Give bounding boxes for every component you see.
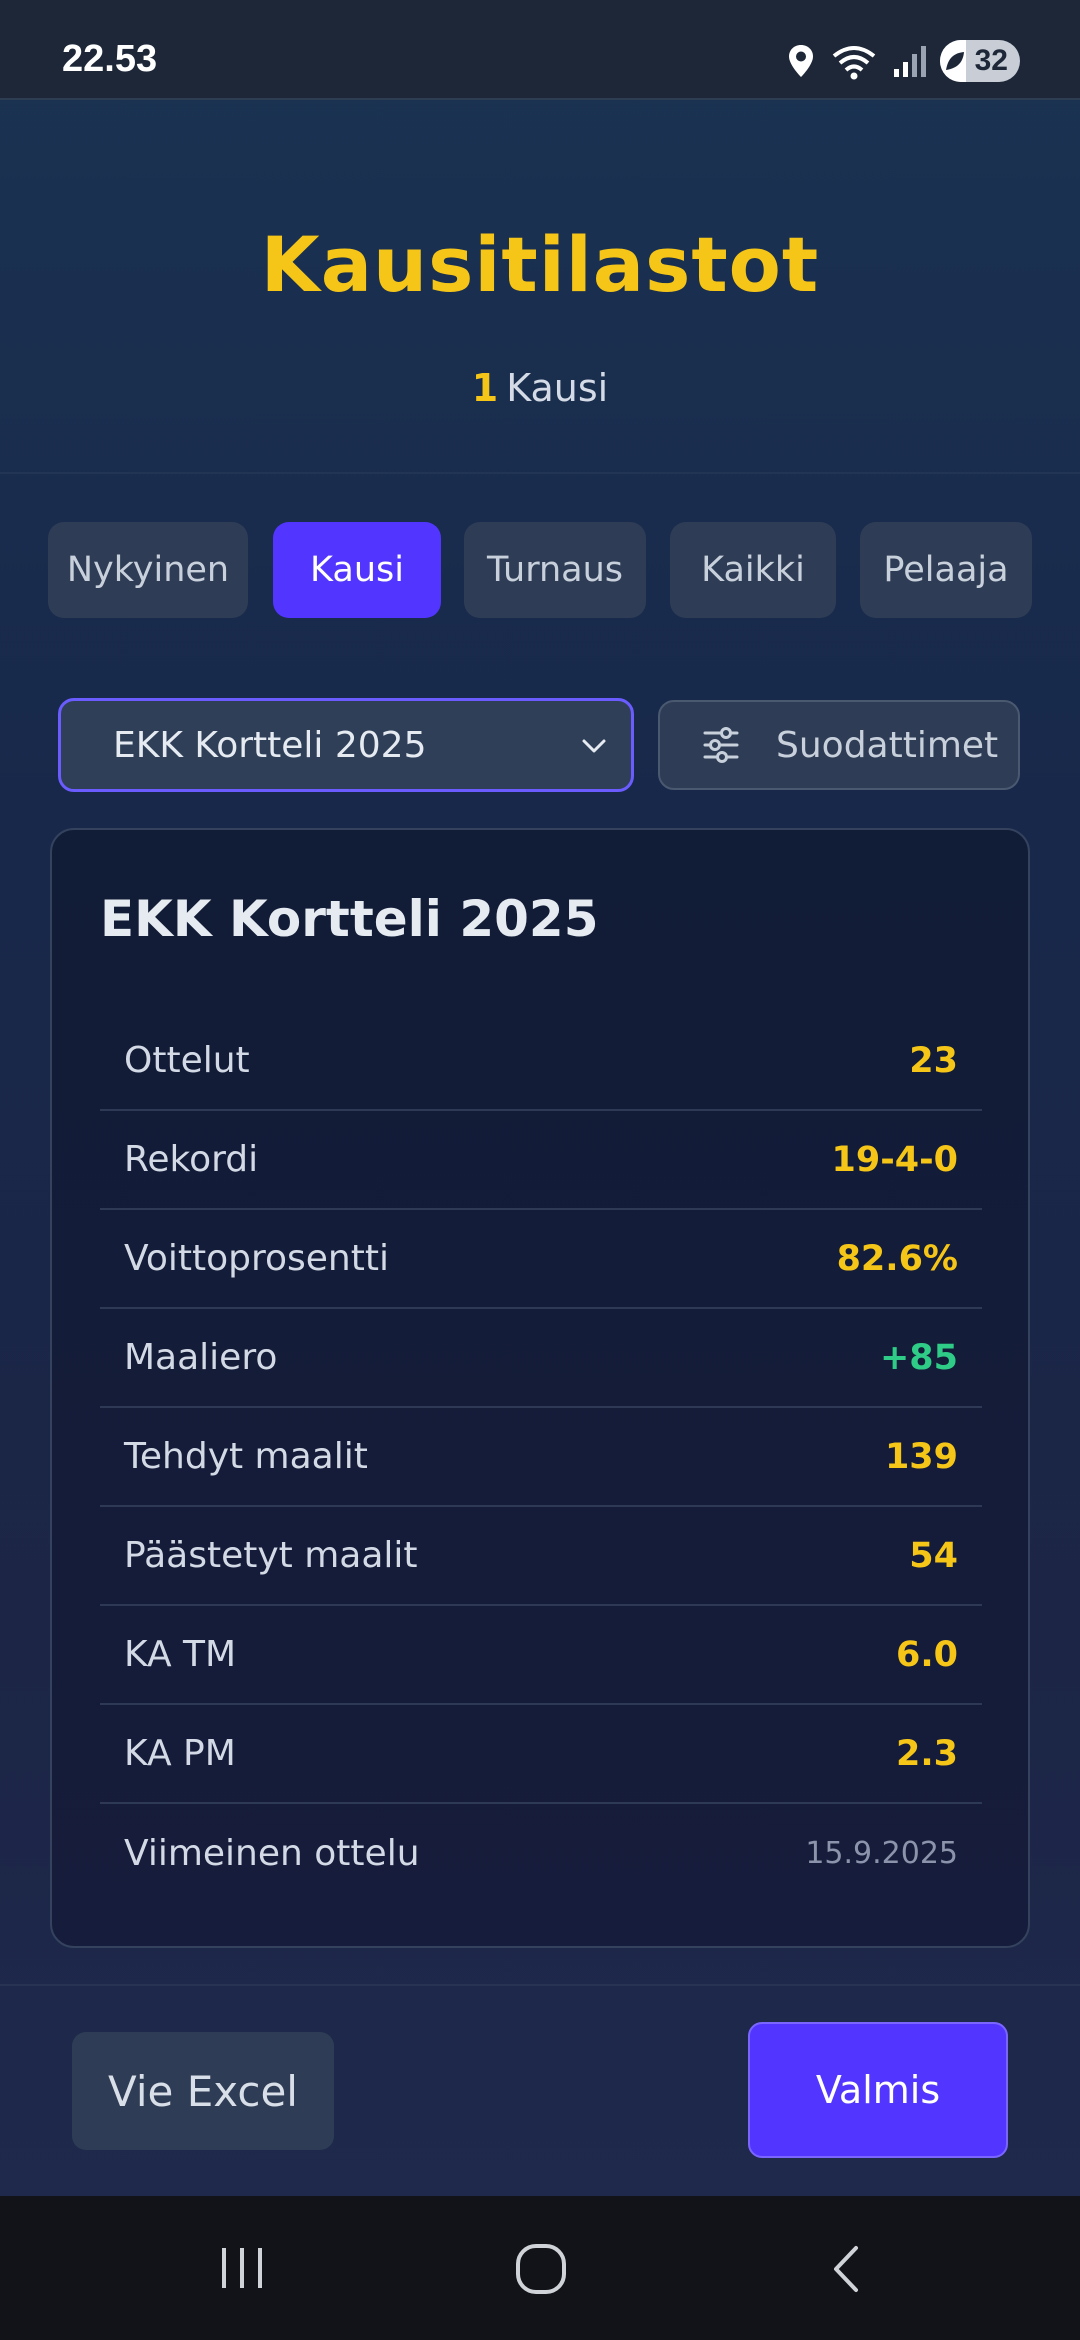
tab-kausi[interactable]: Kausi	[273, 522, 441, 618]
season-select-value: EKK Kortteli 2025	[113, 724, 427, 766]
done-button[interactable]: Valmis	[748, 2022, 1008, 2158]
stat-label: KA PM	[124, 1733, 236, 1774]
stat-label: Maaliero	[124, 1337, 278, 1378]
status-bar: 22.53 32	[0, 0, 1080, 100]
stat-row-tehdyt-maalit: Tehdyt maalit 139	[100, 1408, 982, 1507]
stat-value: 15.9.2025	[805, 1836, 958, 1871]
stat-row-voittoprosentti: Voittoprosentti 82.6%	[100, 1210, 982, 1309]
stats-card-title: EKK Kortteli 2025	[100, 890, 599, 948]
stat-label: Viimeinen ottelu	[124, 1833, 420, 1874]
stat-label: Ottelut	[124, 1040, 250, 1081]
stat-value: 23	[909, 1040, 958, 1081]
stat-value: 6.0	[895, 1634, 958, 1675]
stat-value: 2.3	[895, 1733, 958, 1774]
battery-level: 32	[974, 44, 1008, 77]
recent-apps-icon[interactable]	[216, 2242, 268, 2294]
stat-value: 54	[909, 1535, 958, 1576]
status-time: 22.53	[62, 38, 158, 80]
header-divider	[0, 472, 1080, 474]
stat-value: 139	[884, 1436, 958, 1477]
system-nav-bar	[0, 2196, 1080, 2340]
footer-divider	[0, 1984, 1080, 1986]
season-count-label: Kausi	[506, 366, 609, 410]
stat-value: +85	[879, 1337, 958, 1378]
stat-row-rekordi: Rekordi 19-4-0	[100, 1111, 982, 1210]
stat-label: Päästetyt maalit	[124, 1535, 418, 1576]
filters-label: Suodattimet	[776, 724, 999, 766]
stat-value: 82.6%	[836, 1238, 958, 1279]
stats-card: EKK Kortteli 2025 Ottelut 23 Rekordi 19-…	[50, 828, 1030, 1948]
stat-label: Rekordi	[124, 1139, 259, 1180]
home-icon[interactable]	[514, 2242, 568, 2296]
tab-nykyinen[interactable]: Nykyinen	[48, 522, 248, 618]
stat-row-viimeinen-ottelu: Viimeinen ottelu 15.9.2025	[100, 1804, 982, 1903]
chevron-down-icon	[582, 739, 606, 753]
signal-icon	[894, 46, 926, 77]
stat-value: 19-4-0	[831, 1139, 958, 1180]
wifi-icon	[832, 46, 876, 80]
back-icon[interactable]	[824, 2242, 868, 2296]
tab-kaikki[interactable]: Kaikki	[670, 522, 836, 618]
stat-row-maaliero: Maaliero +85	[100, 1309, 982, 1408]
stat-label: Voittoprosentti	[124, 1238, 389, 1279]
stat-row-ka-tm: KA TM 6.0	[100, 1606, 982, 1705]
battery-icon: 32	[940, 40, 1020, 82]
stat-row-ka-pm: KA PM 2.3	[100, 1705, 982, 1804]
tab-bar: Nykyinen Kausi Turnaus Kaikki Pelaaja	[48, 522, 1032, 618]
stats-list: Ottelut 23 Rekordi 19-4-0 Voittoprosentt…	[100, 1012, 982, 1903]
season-select[interactable]: EKK Kortteli 2025	[58, 698, 634, 792]
export-excel-button[interactable]: Vie Excel	[72, 2032, 334, 2150]
page-subtitle: 1 Kausi	[0, 366, 1080, 410]
stat-label: KA TM	[124, 1634, 237, 1675]
tab-pelaaja[interactable]: Pelaaja	[860, 522, 1032, 618]
stat-row-paastetyt-maalit: Päästetyt maalit 54	[100, 1507, 982, 1606]
status-icons: 32	[786, 38, 1020, 84]
season-count: 1	[471, 366, 499, 410]
stat-label: Tehdyt maalit	[124, 1436, 368, 1477]
sliders-icon	[703, 727, 739, 763]
tab-turnaus[interactable]: Turnaus	[464, 522, 646, 618]
filters-button[interactable]: Suodattimet	[658, 700, 1020, 790]
page-title: Kausitilastot	[260, 220, 820, 309]
stat-row-ottelut: Ottelut 23	[100, 1012, 982, 1111]
app-screen: 22.53 32 Kausitilastot 1 Kausi Nykyinen …	[0, 0, 1080, 2340]
location-icon	[789, 45, 813, 77]
